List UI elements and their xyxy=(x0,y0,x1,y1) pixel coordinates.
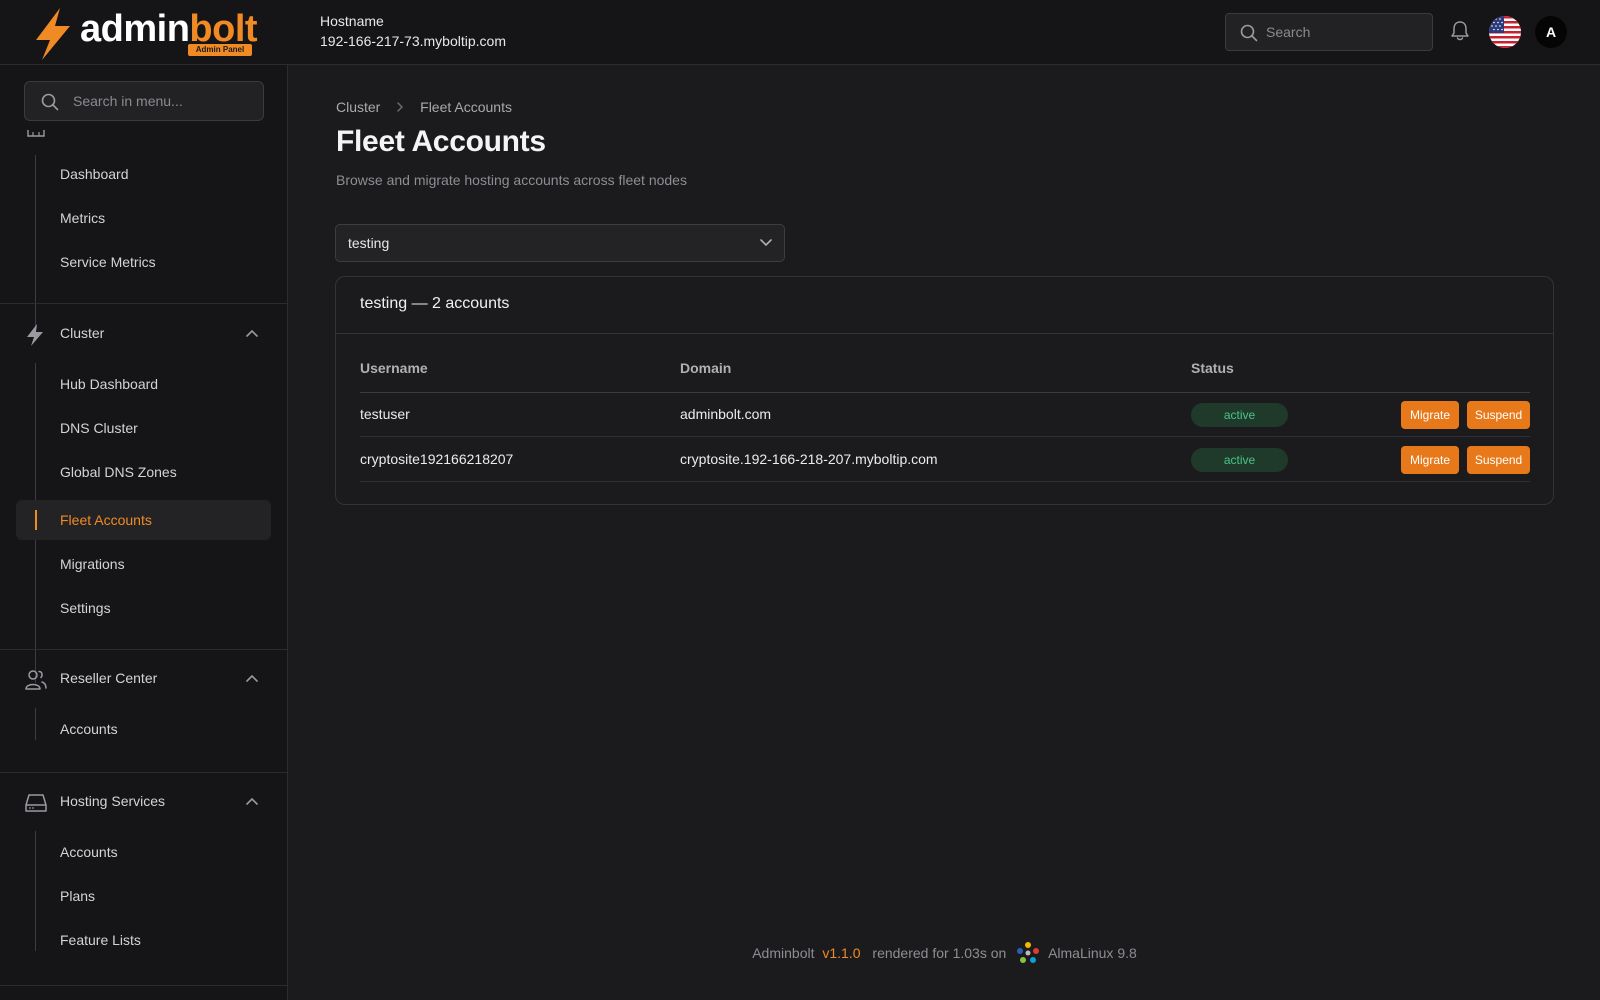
footer-app-name: Adminbolt xyxy=(752,945,815,961)
sidebar-item-service-metrics[interactable]: Service Metrics xyxy=(60,252,156,272)
node-select[interactable]: testing xyxy=(335,224,785,262)
nav-tree-line xyxy=(35,708,36,740)
table-row: cryptosite192166218207 cryptosite.192-16… xyxy=(360,438,1530,482)
menu-search-input[interactable] xyxy=(73,82,258,120)
hostname-value: 192-166-217-73.myboltip.com xyxy=(320,33,506,49)
migrate-button[interactable]: Migrate xyxy=(1401,401,1459,429)
global-search-input[interactable] xyxy=(1266,14,1426,50)
bell-icon[interactable] xyxy=(1450,20,1470,42)
sidebar: Dashboard Metrics Service Metrics Cluste… xyxy=(0,65,288,1000)
suspend-button[interactable]: Suspend xyxy=(1467,401,1530,429)
table-row: testuser adminbolt.com active Migrate Su… xyxy=(360,393,1530,437)
sidebar-item-reseller-accounts[interactable]: Accounts xyxy=(60,719,118,739)
card-title: testing — 2 accounts xyxy=(360,295,510,312)
footer: Adminbolt v1.1.0 rendered for 1.03s on A… xyxy=(289,941,1600,965)
chevron-up-icon xyxy=(246,329,258,337)
user-avatar[interactable]: A xyxy=(1535,16,1567,48)
footer-version[interactable]: v1.1.0 xyxy=(822,945,860,961)
search-icon xyxy=(1240,24,1258,42)
section-divider xyxy=(0,772,287,773)
menu-search[interactable] xyxy=(24,81,264,121)
node-select-value: testing xyxy=(348,235,390,251)
logo-badge: Admin Panel xyxy=(188,44,252,56)
us-flag-icon[interactable] xyxy=(1489,16,1521,48)
breadcrumb-cluster[interactable]: Cluster xyxy=(336,99,380,115)
breadcrumb: Cluster Fleet Accounts xyxy=(336,98,512,115)
search-icon xyxy=(41,93,59,111)
sidebar-item-hub-dashboard[interactable]: Hub Dashboard xyxy=(60,374,158,394)
sidebar-item-global-dns-zones[interactable]: Global DNS Zones xyxy=(60,462,177,482)
status-badge: active xyxy=(1191,448,1288,472)
adminbolt-logo[interactable]: adminbolt Admin Panel xyxy=(30,6,260,62)
section-divider xyxy=(0,649,287,650)
hostname-label: Hostname xyxy=(320,13,384,29)
bolt-logo-icon xyxy=(36,8,70,60)
cell-username: cryptosite192166218207 xyxy=(360,451,514,467)
card-header: testing — 2 accounts xyxy=(336,277,1553,334)
cell-domain: cryptosite.192-166-218-207.myboltip.com xyxy=(680,451,938,467)
chevron-right-icon xyxy=(397,102,404,112)
hostname-block: Hostname 192-166-217-73.myboltip.com xyxy=(320,13,506,49)
chevron-down-icon xyxy=(760,239,772,247)
sidebar-item-hosting-accounts[interactable]: Accounts xyxy=(60,842,118,862)
column-header-status: Status xyxy=(1191,360,1234,376)
sidebar-item-feature-lists[interactable]: Feature Lists xyxy=(60,930,141,950)
section-hosting-services[interactable]: Hosting Services xyxy=(24,791,264,815)
status-badge: active xyxy=(1191,403,1288,427)
sidebar-item-fleet-accounts[interactable]: Fleet Accounts xyxy=(60,510,152,530)
suspend-button[interactable]: Suspend xyxy=(1467,446,1530,474)
page-title: Fleet Accounts xyxy=(336,125,546,158)
sidebar-item-dns-cluster[interactable]: DNS Cluster xyxy=(60,418,138,438)
column-header-username: Username xyxy=(360,360,428,376)
sidebar-item-metrics[interactable]: Metrics xyxy=(60,208,105,228)
sidebar-item-plans[interactable]: Plans xyxy=(60,886,95,906)
almalinux-logo-icon xyxy=(1017,942,1040,963)
nav-tree-line xyxy=(35,831,36,951)
section-reseller-center[interactable]: Reseller Center xyxy=(24,668,264,692)
top-header: adminbolt Admin Panel Hostname 192-166-2… xyxy=(0,0,1600,65)
breadcrumb-fleet-accounts: Fleet Accounts xyxy=(420,99,512,116)
section-divider xyxy=(0,303,287,304)
section-reseller-center-label: Reseller Center xyxy=(60,670,158,686)
cell-domain: adminbolt.com xyxy=(680,406,772,422)
footer-render-text: rendered for 1.03s on xyxy=(872,945,1007,961)
chevron-up-icon xyxy=(246,797,258,805)
flag-graphic xyxy=(1489,16,1521,48)
page-subtitle: Browse and migrate hosting accounts acro… xyxy=(336,172,687,188)
cell-username: testuser xyxy=(360,406,410,422)
logo-word-admin: admin xyxy=(80,8,190,50)
main-content: Cluster Fleet Accounts Fleet Accounts Br… xyxy=(289,65,1600,1000)
accounts-card: testing — 2 accounts Username Domain Sta… xyxy=(335,276,1554,505)
section-divider xyxy=(0,985,287,986)
section-hosting-services-label: Hosting Services xyxy=(60,793,166,809)
sidebar-item-migrations[interactable]: Migrations xyxy=(60,554,125,574)
sidebar-active-indicator xyxy=(35,510,37,530)
footer-os: AlmaLinux 9.8 xyxy=(1048,945,1137,961)
logo-wordmark: adminbolt xyxy=(80,8,258,50)
users-icon xyxy=(25,670,47,690)
column-header-domain: Domain xyxy=(680,360,732,376)
section-cluster-label: Cluster xyxy=(60,325,105,341)
server-icon xyxy=(25,794,47,812)
nav-tree-line xyxy=(35,155,36,339)
overview-section-icon xyxy=(27,130,45,137)
global-search[interactable] xyxy=(1225,13,1433,51)
bolt-icon xyxy=(27,324,43,346)
migrate-button[interactable]: Migrate xyxy=(1401,446,1459,474)
section-cluster[interactable]: Cluster xyxy=(24,323,264,347)
sidebar-item-dashboard[interactable]: Dashboard xyxy=(60,164,129,184)
chevron-up-icon xyxy=(246,674,258,682)
sidebar-item-settings[interactable]: Settings xyxy=(60,598,111,618)
